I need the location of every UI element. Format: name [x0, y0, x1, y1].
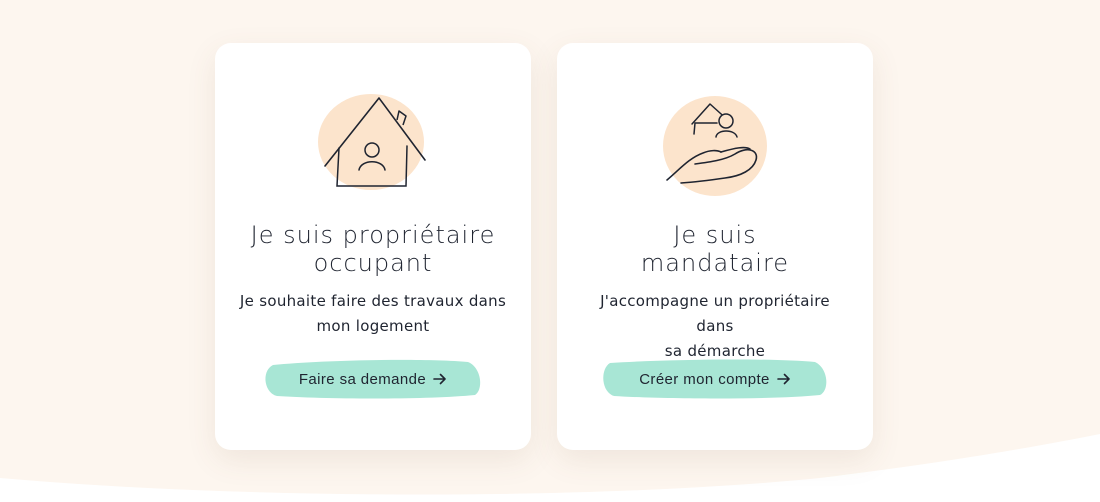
card-description-line: J'accompagne un propriétaire dans [600, 292, 830, 335]
owner-occupant-card: Je suis propriétaire occupant Je souhait… [215, 43, 531, 450]
card-description-line: Je souhaite faire des travaux dans [239, 292, 507, 310]
card-description: J'accompagne un propriétaire dans sa dém… [557, 289, 873, 364]
card-description-line: mon logement [316, 317, 430, 335]
card-title: Je suis mandataire [557, 221, 873, 277]
button-label: Créer mon compte [639, 370, 770, 388]
card-title-line: mandataire [640, 249, 790, 277]
house-person-icon [318, 94, 426, 190]
arrow-right-icon [777, 373, 790, 385]
card-title-line: occupant [313, 249, 433, 277]
agent-card: Je suis mandataire J'accompagne un propr… [557, 43, 873, 450]
arrow-right-icon [433, 373, 446, 385]
card-title: Je suis propriétaire occupant [215, 221, 531, 277]
background-wave [0, 434, 1100, 502]
card-title-line: Je suis [673, 221, 757, 249]
hand-house-person-icon [663, 96, 767, 196]
card-description: Je souhaite faire des travaux dans mon l… [215, 289, 531, 339]
button-label: Faire sa demande [298, 370, 427, 388]
card-title-line: Je suis propriétaire [250, 221, 496, 249]
make-request-button[interactable]: Faire sa demande [263, 359, 483, 399]
create-account-button[interactable]: Créer mon compte [601, 359, 829, 399]
